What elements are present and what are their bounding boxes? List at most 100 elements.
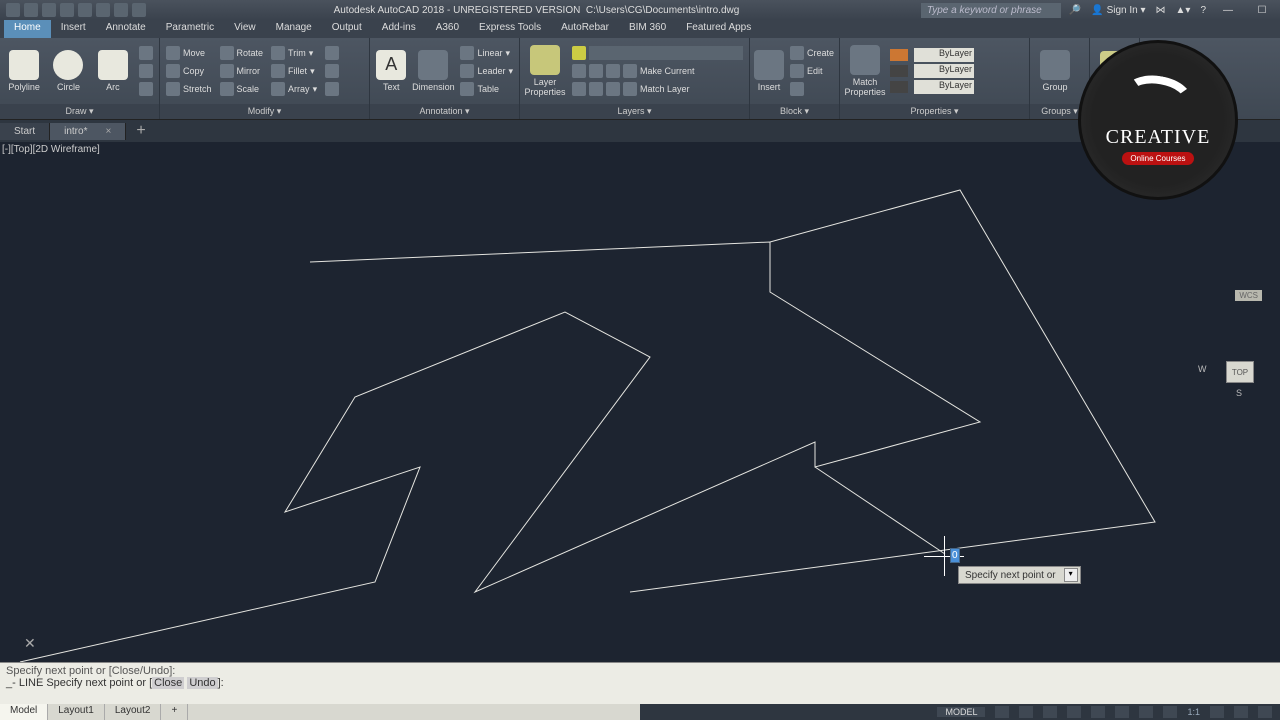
- tab-home[interactable]: Home: [4, 20, 51, 38]
- add-layout-button[interactable]: +: [161, 704, 188, 720]
- layer-properties-button[interactable]: Layer Properties: [524, 45, 566, 97]
- linetype-dropdown[interactable]: ByLayer: [890, 80, 974, 94]
- doc-tab-intro[interactable]: intro*×: [50, 123, 126, 140]
- gear-icon[interactable]: [1210, 706, 1224, 718]
- tab-bim360[interactable]: BIM 360: [619, 20, 676, 38]
- copy-button[interactable]: Copy: [164, 63, 214, 79]
- move-button[interactable]: Move: [164, 45, 214, 61]
- lwt-icon[interactable]: [1139, 706, 1153, 718]
- doc-tab-start[interactable]: Start: [0, 123, 50, 140]
- text-button[interactable]: AText: [374, 50, 408, 92]
- tab-parametric[interactable]: Parametric: [156, 20, 224, 38]
- osnap-icon[interactable]: [1091, 706, 1105, 718]
- qat-plot-icon[interactable]: [96, 3, 110, 17]
- dynamic-value-box[interactable]: 0: [950, 548, 960, 563]
- group-button[interactable]: Group: [1034, 50, 1076, 92]
- drawing-canvas[interactable]: [-][Top][2D Wireframe] 0 Specify next po…: [0, 142, 1280, 662]
- create-block-button[interactable]: Create: [788, 45, 836, 61]
- help-icon[interactable]: ?: [1200, 5, 1206, 16]
- close-tab-icon[interactable]: ×: [105, 126, 111, 137]
- layer-dropdown[interactable]: [570, 45, 745, 61]
- array-button[interactable]: Array ▾: [269, 81, 319, 97]
- wcs-badge[interactable]: WCS: [1235, 290, 1262, 301]
- tab-a360[interactable]: A360: [426, 20, 469, 38]
- qat-save-icon[interactable]: [60, 3, 74, 17]
- exchange-icon[interactable]: ⋈: [1156, 5, 1166, 16]
- qat-redo-icon[interactable]: [132, 3, 146, 17]
- qat-undo-icon[interactable]: [114, 3, 128, 17]
- polyline-button[interactable]: Polyline: [4, 50, 44, 92]
- circle-button[interactable]: Circle: [48, 50, 88, 92]
- grid-icon[interactable]: [995, 706, 1009, 718]
- hatch-icon[interactable]: [137, 63, 155, 79]
- table-button[interactable]: Table: [458, 81, 515, 97]
- match-properties-button[interactable]: Match Properties: [844, 45, 886, 97]
- make-current-button[interactable]: Make Current: [570, 63, 745, 79]
- panel-title-block[interactable]: Block ▾: [750, 104, 839, 119]
- stretch-button[interactable]: Stretch: [164, 81, 214, 97]
- rotate-button[interactable]: Rotate: [218, 45, 266, 61]
- help-search-input[interactable]: Type a keyword or phrase: [921, 3, 1061, 18]
- tab-addins[interactable]: Add-ins: [372, 20, 426, 38]
- view-cube[interactable]: W TOP S: [1218, 352, 1262, 396]
- layout-1[interactable]: Layout1: [48, 704, 105, 720]
- insert-button[interactable]: Insert: [754, 50, 784, 92]
- viewport-label[interactable]: [-][Top][2D Wireframe]: [2, 144, 100, 155]
- scale-button[interactable]: Scale: [218, 81, 266, 97]
- erase-icon[interactable]: [323, 45, 341, 61]
- layout-model[interactable]: Model: [0, 704, 48, 720]
- line-icon[interactable]: [137, 45, 155, 61]
- mirror-button[interactable]: Mirror: [218, 63, 266, 79]
- panel-title-layers[interactable]: Layers ▾: [520, 104, 749, 119]
- lineweight-dropdown[interactable]: ByLayer: [890, 64, 974, 78]
- signin-button[interactable]: 👤 Sign In ▾: [1091, 5, 1145, 16]
- tab-autorebar[interactable]: AutoRebar: [551, 20, 619, 38]
- edit-block-button[interactable]: Edit: [788, 63, 836, 79]
- ucs-close-icon[interactable]: ✕: [24, 635, 36, 652]
- anno-scale[interactable]: 1:1: [1187, 707, 1200, 717]
- more-draw-icon[interactable]: [137, 81, 155, 97]
- polar-icon[interactable]: [1067, 706, 1081, 718]
- panel-title-modify[interactable]: Modify ▾: [160, 104, 369, 119]
- panel-title-draw[interactable]: Draw ▾: [0, 104, 159, 119]
- isolate-icon[interactable]: [1234, 706, 1248, 718]
- fillet-button[interactable]: Fillet ▾: [269, 63, 319, 79]
- space-toggle[interactable]: MODEL: [937, 707, 985, 717]
- explode-icon[interactable]: [323, 63, 341, 79]
- snap-icon[interactable]: [1019, 706, 1033, 718]
- color-dropdown[interactable]: ByLayer: [890, 48, 974, 62]
- tab-insert[interactable]: Insert: [51, 20, 96, 38]
- trim-button[interactable]: Trim ▾: [269, 45, 319, 61]
- tab-output[interactable]: Output: [322, 20, 372, 38]
- clean-screen-icon[interactable]: [1258, 706, 1272, 718]
- tab-annotate[interactable]: Annotate: [96, 20, 156, 38]
- infocenter-icon[interactable]: 🔎: [1069, 5, 1081, 16]
- dimension-button[interactable]: Dimension: [412, 50, 454, 92]
- transparency-icon[interactable]: [1163, 706, 1177, 718]
- match-layer-button[interactable]: Match Layer: [570, 81, 745, 97]
- panel-title-properties[interactable]: Properties ▾: [840, 104, 1029, 119]
- command-line[interactable]: Specify next point or [Close/Undo]: _- L…: [0, 662, 1280, 704]
- app-icon[interactable]: [6, 3, 20, 17]
- dynamic-prompt[interactable]: Specify next point or ▾: [958, 566, 1081, 584]
- tab-featured[interactable]: Featured Apps: [676, 20, 761, 38]
- block-attr-icon[interactable]: [788, 81, 836, 97]
- panel-title-annotation[interactable]: Annotation ▾: [370, 104, 519, 119]
- quick-access-toolbar[interactable]: [0, 3, 152, 17]
- ortho-icon[interactable]: [1043, 706, 1057, 718]
- tab-express[interactable]: Express Tools: [469, 20, 551, 38]
- dynamic-options-icon[interactable]: ▾: [1064, 568, 1078, 582]
- arc-button[interactable]: Arc: [93, 50, 133, 92]
- new-tab-button[interactable]: +: [126, 119, 155, 143]
- qat-saveas-icon[interactable]: [78, 3, 92, 17]
- otrack-icon[interactable]: [1115, 706, 1129, 718]
- tab-view[interactable]: View: [224, 20, 266, 38]
- leader-button[interactable]: Leader ▾: [458, 63, 515, 79]
- tab-manage[interactable]: Manage: [266, 20, 322, 38]
- layout-2[interactable]: Layout2: [105, 704, 162, 720]
- qat-open-icon[interactable]: [42, 3, 56, 17]
- stayconnected-icon[interactable]: ▲▾: [1176, 5, 1191, 16]
- viewcube-top[interactable]: TOP: [1227, 362, 1253, 382]
- minimize-button[interactable]: —: [1216, 5, 1240, 16]
- linear-button[interactable]: Linear ▾: [458, 45, 515, 61]
